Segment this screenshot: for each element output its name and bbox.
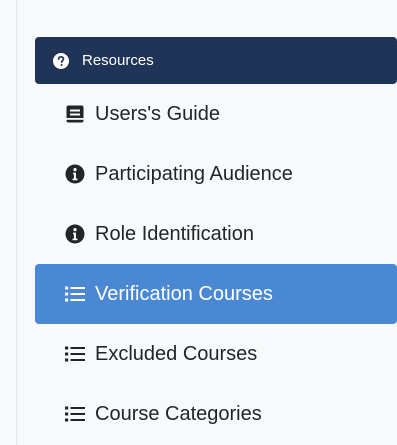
resources-header-label: Resources xyxy=(82,52,154,69)
menu-item-label: Verification Courses xyxy=(95,282,273,305)
resources-header[interactable]: Resources xyxy=(35,37,397,84)
menu-item-label: Participating Audience xyxy=(95,162,293,185)
menu-item-label: Excluded Courses xyxy=(95,342,258,365)
list-icon xyxy=(64,283,86,305)
menu-item-excluded-courses[interactable]: Excluded Courses xyxy=(35,324,397,384)
list-icon xyxy=(64,403,86,425)
menu-item-label: Users's Guide xyxy=(95,102,220,125)
book-icon xyxy=(64,103,86,125)
menu-item-label: Role Identification xyxy=(95,222,254,245)
menu-item-users-guide[interactable]: Users's Guide xyxy=(35,84,397,144)
menu-item-role-identification[interactable]: Role Identification xyxy=(35,204,397,264)
menu-item-course-categories[interactable]: Course Categories xyxy=(35,384,397,444)
sidebar-panel: Resources Users's Guide Participating Au… xyxy=(0,0,397,445)
question-circle-icon xyxy=(53,52,69,69)
sidebar-divider xyxy=(16,0,17,445)
menu-item-verification-courses[interactable]: Verification Courses xyxy=(35,264,397,324)
menu-item-participating-audience[interactable]: Participating Audience xyxy=(35,144,397,204)
menu-item-label: Course Categories xyxy=(95,402,262,425)
list-icon xyxy=(64,343,86,365)
resources-menu: Resources Users's Guide Participating Au… xyxy=(35,37,397,444)
info-circle-icon xyxy=(64,163,86,185)
info-circle-icon xyxy=(64,223,86,245)
